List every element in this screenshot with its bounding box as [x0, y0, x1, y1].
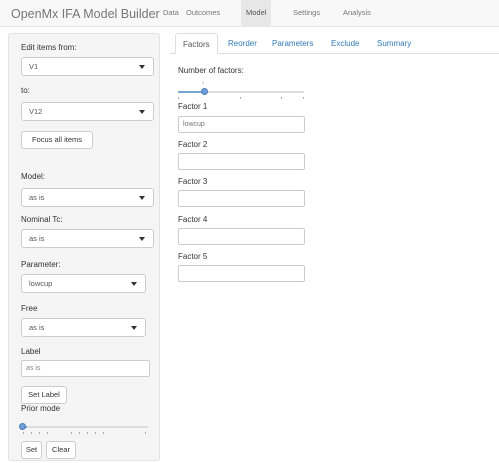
- slider-tick: [31, 432, 32, 434]
- nav-tab-data[interactable]: Data: [158, 0, 184, 26]
- label-label: Label: [21, 347, 41, 356]
- parameter-label: Parameter:: [21, 260, 61, 269]
- factor-2-input[interactable]: [178, 153, 305, 170]
- slider-tick: [281, 97, 282, 99]
- nav-tab-settings[interactable]: Settings: [288, 0, 325, 26]
- edit-from-value: V1: [29, 62, 39, 71]
- chevron-down-icon: [131, 282, 137, 286]
- prior-mode-label: Prior mode: [21, 404, 61, 413]
- slider-tick: [95, 432, 96, 434]
- model-value: as is: [29, 193, 45, 202]
- slider-tick: [103, 432, 104, 434]
- to-select[interactable]: V12: [21, 102, 154, 121]
- nominal-label: Nominal Tc:: [21, 215, 63, 224]
- app-brand[interactable]: OpenMx IFA Model Builder: [11, 7, 160, 21]
- chevron-down-icon: [131, 326, 137, 330]
- free-select[interactable]: as is: [21, 318, 146, 337]
- slider-tick: [79, 432, 80, 434]
- slider-handle[interactable]: [201, 88, 208, 95]
- factor-3-label: Factor 3: [178, 177, 208, 186]
- chevron-down-icon: [139, 65, 145, 69]
- slider-tick: [39, 432, 40, 434]
- chevron-down-icon: [139, 110, 145, 114]
- slider-value-label: 1: [202, 80, 205, 85]
- tab-parameters[interactable]: Parameters: [265, 33, 320, 54]
- slider-track: [21, 426, 148, 428]
- free-label: Free: [21, 304, 38, 313]
- set-label-button[interactable]: Set Label: [21, 386, 67, 404]
- nav-tab-outcomes[interactable]: Outcomes: [181, 0, 225, 26]
- parameter-select[interactable]: lowcup: [21, 274, 146, 293]
- sidebar-panel: Edit items from: V1 to: V12 Focus all it…: [8, 33, 160, 461]
- slider-tick: [87, 432, 88, 434]
- tab-reorder[interactable]: Reorder: [221, 33, 264, 54]
- tab-summary[interactable]: Summary: [370, 33, 418, 54]
- tab-exclude[interactable]: Exclude: [324, 33, 366, 54]
- num-factors-label: Number of factors:: [178, 66, 244, 75]
- factor-4-label: Factor 4: [178, 215, 208, 224]
- factor-1-input[interactable]: lowcup: [178, 116, 305, 133]
- factor-5-label: Factor 5: [178, 252, 208, 261]
- model-select[interactable]: as is: [21, 188, 154, 207]
- nominal-value: as is: [29, 234, 45, 243]
- model-label: Model:: [21, 172, 46, 181]
- slider-handle[interactable]: [19, 423, 26, 430]
- factor-3-input[interactable]: [178, 190, 305, 207]
- slider-tick: [145, 432, 146, 434]
- factor-1-label: Factor 1: [178, 102, 208, 111]
- slider-tick: [23, 432, 24, 434]
- slider-tick: [71, 432, 72, 434]
- edit-from-select[interactable]: V1: [21, 57, 154, 76]
- set-button[interactable]: Set: [21, 441, 42, 459]
- to-value: V12: [29, 107, 43, 116]
- chevron-down-icon: [139, 237, 145, 241]
- slider-tick: [240, 97, 241, 99]
- edit-from-label: Edit items from:: [21, 43, 77, 52]
- slider-tick: [178, 97, 179, 99]
- nav-tab-analysis[interactable]: Analysis: [338, 0, 376, 26]
- slider-tick: [47, 432, 48, 434]
- clear-button[interactable]: Clear: [46, 441, 76, 459]
- free-value: as is: [29, 323, 45, 332]
- tab-factors[interactable]: Factors: [175, 33, 218, 54]
- factor-4-input[interactable]: [178, 228, 305, 245]
- chevron-down-icon: [139, 196, 145, 200]
- factor-2-label: Factor 2: [178, 140, 208, 149]
- to-label: to:: [21, 86, 30, 95]
- navbar: OpenMx IFA Model Builder Data Outcomes M…: [0, 0, 499, 27]
- factor-5-input[interactable]: [178, 265, 305, 282]
- slider-tick: [303, 97, 304, 99]
- nominal-select[interactable]: as is: [21, 229, 154, 248]
- focus-all-button[interactable]: Focus all items: [21, 131, 93, 149]
- parameter-value: lowcup: [29, 279, 53, 288]
- label-input[interactable]: as is: [21, 360, 150, 377]
- nav-tab-model[interactable]: Model: [241, 0, 272, 26]
